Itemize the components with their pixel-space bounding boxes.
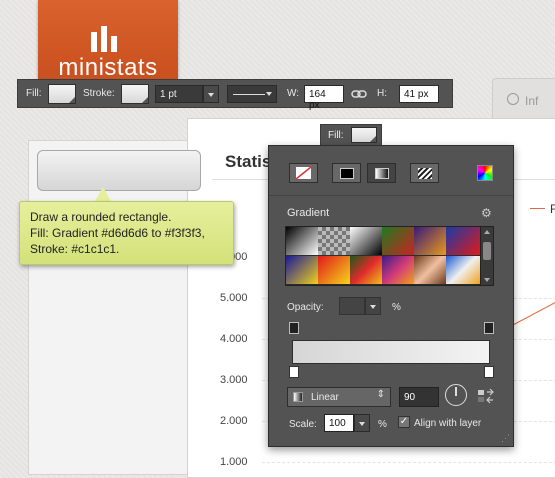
- scale-unit: %: [378, 419, 387, 430]
- drawn-rounded-rectangle[interactable]: [37, 150, 201, 191]
- tab-info[interactable]: Inf: [492, 78, 555, 120]
- y-axis-label: 2.000: [220, 415, 248, 427]
- y-axis-label: 4.000: [220, 333, 248, 345]
- align-label: Align with layer: [414, 418, 482, 429]
- tooltip-line: Fill: Gradient #d6d6d6 to #f3f3f3,: [30, 226, 205, 240]
- y-axis-label: 1.000: [220, 456, 248, 468]
- gradient-preset[interactable]: [350, 256, 382, 284]
- stroke-weight-input[interactable]: 1 pt: [155, 85, 203, 103]
- gear-icon[interactable]: ⚙: [481, 206, 492, 220]
- solid-fill-button[interactable]: [332, 163, 361, 183]
- gradient-preset[interactable]: [286, 256, 318, 284]
- width-label: W:: [287, 88, 300, 99]
- fill-chip-label: Fill:: [328, 130, 344, 141]
- opacity-unit: %: [392, 302, 401, 313]
- fill-label: Fill:: [26, 88, 42, 99]
- shape-options-toolbar: Fill: Stroke: 1 pt W: 164 px H: 41 px: [17, 79, 453, 111]
- color-stop-right[interactable]: [484, 366, 494, 378]
- select-arrows-icon: ⇕: [376, 389, 385, 400]
- color-stop-left[interactable]: [289, 366, 299, 378]
- gradient-type-icon: [293, 392, 303, 402]
- gradient-section-title: Gradient: [287, 207, 330, 219]
- gradient-preset[interactable]: [382, 256, 414, 284]
- y-axis-label: 3.000: [220, 374, 248, 386]
- angle-dial-icon[interactable]: [445, 384, 467, 406]
- opacity-label: Opacity:: [287, 302, 324, 313]
- gradient-preset[interactable]: [350, 227, 382, 255]
- height-label: H:: [377, 88, 387, 99]
- logo-text: ministats: [58, 54, 158, 81]
- angle-input[interactable]: 90: [399, 387, 439, 407]
- stroke-swatch[interactable]: [121, 84, 149, 104]
- bar-chart-logo-icon: [91, 22, 121, 52]
- gradient-preview-bar[interactable]: [292, 340, 490, 364]
- stroke-label: Stroke:: [83, 88, 115, 99]
- reverse-gradient-icon[interactable]: [477, 388, 495, 404]
- scale-label: Scale:: [289, 419, 317, 430]
- gradient-fill-panel: Gradient ⚙ Opacity: % Linear ⇕ 90 Scale:…: [268, 145, 514, 447]
- info-icon: [507, 93, 519, 105]
- gradient-type-value: Linear: [311, 392, 339, 403]
- stroke-type-select[interactable]: [227, 85, 277, 103]
- gradient-preset[interactable]: [446, 227, 480, 255]
- tab-info-label: Inf: [525, 94, 539, 108]
- gradient-preset[interactable]: [318, 227, 350, 255]
- fill-chip-swatch[interactable]: [351, 127, 377, 143]
- scale-input[interactable]: 100: [324, 414, 354, 432]
- height-input[interactable]: 41 px: [399, 85, 439, 103]
- y-axis-label: 5.000: [220, 292, 248, 304]
- grid-line: [262, 462, 555, 463]
- tooltip-pointer: [95, 187, 111, 201]
- gradient-preset[interactable]: [382, 227, 414, 255]
- no-fill-button[interactable]: [289, 163, 318, 183]
- opacity-input[interactable]: [339, 297, 365, 315]
- pattern-fill-button[interactable]: [410, 163, 439, 183]
- opacity-stop-right[interactable]: [484, 322, 494, 334]
- tooltip-line: Stroke: #c1c1c1.: [30, 242, 120, 256]
- align-checkbox[interactable]: ✓: [398, 416, 410, 428]
- scale-dropdown[interactable]: [354, 414, 370, 432]
- gradient-preset[interactable]: [446, 256, 480, 284]
- color-picker-icon[interactable]: [477, 165, 493, 181]
- stroke-weight-dropdown[interactable]: [203, 85, 219, 103]
- link-icon[interactable]: [351, 86, 367, 105]
- gradient-fill-button[interactable]: [367, 163, 396, 183]
- gradient-type-select[interactable]: Linear ⇕: [287, 387, 391, 407]
- page-title: Statis: [225, 152, 272, 171]
- gradient-presets-grid: [285, 226, 480, 286]
- legend-swatch: [530, 208, 545, 209]
- presets-scrollbar[interactable]: [480, 226, 494, 286]
- opacity-stop-left[interactable]: [289, 322, 299, 334]
- legend-label: F: [550, 202, 555, 216]
- gradient-preset[interactable]: [414, 256, 446, 284]
- width-input[interactable]: 164 px: [304, 85, 344, 111]
- fill-swatch[interactable]: [48, 84, 76, 104]
- brand-logo: ministats: [38, 0, 178, 81]
- fill-chip[interactable]: Fill:: [320, 124, 382, 146]
- gradient-preset[interactable]: [286, 227, 318, 255]
- resize-grip-icon[interactable]: ⋰: [501, 433, 510, 444]
- gradient-preset[interactable]: [318, 256, 350, 284]
- gradient-preset[interactable]: [414, 227, 446, 255]
- divider: [269, 195, 513, 196]
- opacity-dropdown[interactable]: [365, 297, 381, 315]
- tooltip-line: Draw a rounded rectangle.: [30, 210, 172, 224]
- instruction-tooltip: Draw a rounded rectangle. Fill: Gradient…: [19, 201, 234, 265]
